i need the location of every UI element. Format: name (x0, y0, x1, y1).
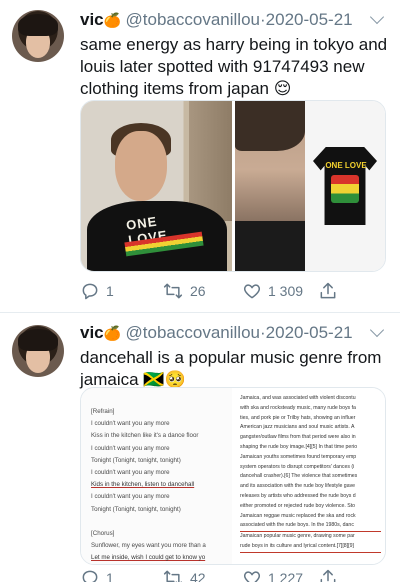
display-name[interactable]: vic (80, 323, 104, 342)
lyric-line: I couldn't want you any more (91, 493, 170, 501)
user-handle[interactable]: @tobaccovanillou (126, 323, 260, 342)
like-button[interactable]: 1 309 (242, 280, 303, 302)
retweet-icon (162, 568, 184, 582)
lyric-line: Kiss in the kitchen like it's a dance fl… (91, 432, 199, 440)
tweet-text: same energy as harry being in tokyo and … (80, 35, 388, 98)
media-photo-lyrics[interactable]: [Refrain] I couldn't want you any more K… (81, 388, 232, 564)
heart-icon (242, 568, 262, 582)
article-line: releases by artists who addressed the ru… (240, 492, 356, 499)
like-button[interactable]: 1 227 (242, 567, 303, 582)
like-count: 1 227 (268, 570, 304, 582)
article-line: American jazz musicians and soul music a… (240, 424, 355, 431)
article-line: Jamaican reggae music replaced the ska a… (240, 512, 356, 519)
lyric-line: Tonight (Tonight, tonight, tonight) (91, 505, 181, 513)
share-button[interactable] (318, 280, 338, 302)
tweet-header: vic🍊 @tobaccovanillou·2020-05-21 (80, 9, 390, 34)
reply-button[interactable]: 1 (80, 567, 114, 582)
article-line: Jamaican popular music genre, drawing so… (240, 533, 355, 540)
reply-count: 1 (106, 283, 114, 299)
article-line: with ska and rocksteady music, many rude… (240, 404, 356, 411)
article-line: ties, and pork pie or Trilby hats, showi… (240, 414, 356, 421)
lyric-line-highlighted: Kids in the kitchen, listen to dancehall (91, 481, 195, 489)
article-line: either promoted or rejected rude boy vio… (240, 502, 356, 509)
lyric-line: I couldn't want you any more (91, 420, 170, 428)
user-handle[interactable]: @tobaccovanillou (126, 10, 260, 29)
article-line: Jamaica, and was associated with violent… (240, 395, 356, 401)
article-line: Jamaican youths sometimes found temporar… (240, 453, 357, 460)
display-name[interactable]: vic (80, 10, 104, 29)
media-photo[interactable]: ONE LOVE (81, 101, 232, 271)
reply-count: 1 (106, 570, 114, 582)
tweet[interactable]: vic🍊 @tobaccovanillou·2020-05-21 same en… (0, 0, 400, 312)
lyric-line (91, 516, 224, 528)
lyric-line-highlighted: Let me inside, wish I could get to know … (91, 554, 206, 562)
lyric-line: [Refrain] (91, 408, 115, 415)
share-icon (318, 281, 338, 301)
reply-button[interactable]: 1 (80, 280, 114, 302)
article-line-highlighted: rude boys in its culture and lyrical con… (240, 542, 381, 553)
retweet-button[interactable]: 26 (162, 280, 206, 302)
tweet-date[interactable]: 2020-05-21 (266, 10, 353, 29)
avatar[interactable] (12, 10, 64, 62)
article-line: and its association with the rude boy li… (240, 483, 356, 490)
tweet-date[interactable]: 2020-05-21 (266, 323, 353, 342)
lyric-line: Tonight (Tonight, tonight, tonight) (91, 456, 181, 464)
lyric-line: I couldn't want you any more (91, 469, 170, 477)
tweet-actions: 1 42 1 227 (80, 567, 386, 582)
reply-icon (80, 281, 100, 301)
name-emoji: 🍊 (103, 12, 122, 28)
tweet-text: dancehall is a popular music genre from … (80, 348, 382, 389)
article-line: system operators to disrupt competitors'… (240, 463, 355, 470)
heart-icon (242, 281, 262, 301)
article-line: shaping the rude boy image.[4][5] In tha… (240, 443, 358, 450)
media-photo[interactable]: ONE LOVE (235, 101, 385, 271)
retweet-count: 26 (190, 283, 206, 299)
article-line: dancehall crasher).[6] The violence that… (240, 473, 358, 480)
media-photo-article[interactable]: Jamaica, and was associated with violent… (234, 388, 385, 564)
lyric-line: Sunflower, my eyes want you more than a (91, 542, 206, 550)
tweet-media[interactable]: ONE LOVE ONE LOVE (80, 100, 386, 272)
lyric-line: I couldn't want you any more (91, 444, 170, 452)
article-line: gangster/outlaw films from that period w… (240, 434, 356, 441)
like-count: 1 309 (268, 283, 304, 299)
article-line-highlighted: associated with the rude boys. In the 19… (240, 521, 381, 533)
avatar[interactable] (12, 325, 64, 377)
name-emoji: 🍊 (103, 325, 122, 341)
tweet-media[interactable]: [Refrain] I couldn't want you any more K… (80, 387, 386, 565)
share-icon (318, 568, 338, 582)
tweet-actions: 1 26 1 309 (80, 280, 386, 302)
share-button[interactable] (318, 567, 338, 582)
reply-icon (80, 568, 100, 582)
tweet[interactable]: vic🍊 @tobaccovanillou·2020-05-21 danceha… (0, 312, 400, 582)
lyric-line: [Chorus] (91, 530, 115, 538)
chevron-down-icon[interactable] (369, 322, 385, 338)
chevron-down-icon[interactable] (369, 9, 385, 25)
shirt-print-text: ONE LOVE (325, 161, 367, 170)
retweet-button[interactable]: 42 (162, 567, 206, 582)
retweet-icon (162, 281, 184, 301)
tweet-header: vic🍊 @tobaccovanillou·2020-05-21 (80, 322, 390, 347)
retweet-count: 42 (190, 570, 206, 582)
